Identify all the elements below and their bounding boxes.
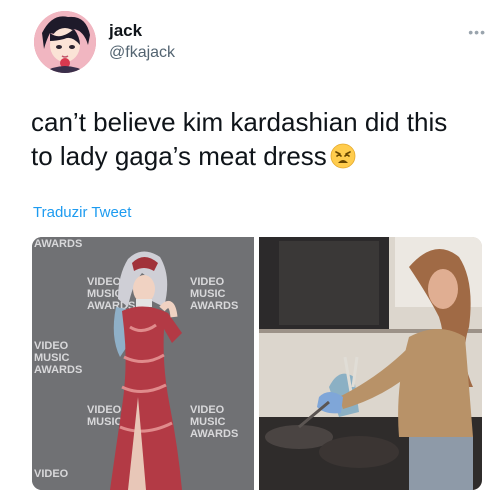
meat-dress-photo: AWARDS VIDEO MUSIC AWARDS VIDEO MUSIC AW… (32, 237, 254, 490)
translate-tweet-link[interactable]: Traduzir Tweet (33, 204, 131, 221)
backdrop-text: VIDEO (34, 468, 69, 480)
backdrop-text: MUSIC (190, 288, 226, 300)
backdrop-text: MUSIC (34, 352, 70, 364)
backdrop-text: AWARDS (190, 428, 238, 440)
backdrop-text: MUSIC (87, 288, 123, 300)
display-name[interactable]: jack (109, 21, 142, 41)
media-photo-left[interactable]: AWARDS VIDEO MUSIC AWARDS VIDEO MUSIC AW… (32, 237, 254, 490)
backdrop-text: MUSIC (87, 416, 123, 428)
backdrop-text: VIDEO (190, 404, 225, 416)
backdrop-text: AWARDS (34, 364, 82, 376)
avatar-image (34, 11, 96, 73)
avatar[interactable] (34, 11, 96, 73)
tweet-text: can’t believe kim kardashian did this to… (31, 105, 481, 173)
backdrop-text: VIDEO (87, 276, 122, 288)
media-photo-right[interactable] (259, 237, 482, 490)
backdrop-text: AWARDS (34, 238, 82, 250)
more-dots-icon[interactable]: ••• (468, 24, 486, 40)
tweet-text-line-2: to lady gaga’s meat dress (31, 141, 327, 171)
weary-face-emoji-icon (330, 143, 356, 169)
backdrop-text: AWARDS (190, 300, 238, 312)
backdrop-text: VIDEO (87, 404, 122, 416)
backdrop-text: VIDEO (190, 276, 225, 288)
backdrop-text: VIDEO (34, 340, 69, 352)
tweet-card: jack @fkajack ••• can’t believe kim kard… (0, 0, 500, 500)
kitchen-cooking-photo (259, 237, 482, 490)
backdrop-text: MUSIC (190, 416, 226, 428)
tweet-text-line-1: can’t believe kim kardashian did this (31, 107, 448, 137)
user-handle[interactable]: @fkajack (109, 44, 175, 62)
